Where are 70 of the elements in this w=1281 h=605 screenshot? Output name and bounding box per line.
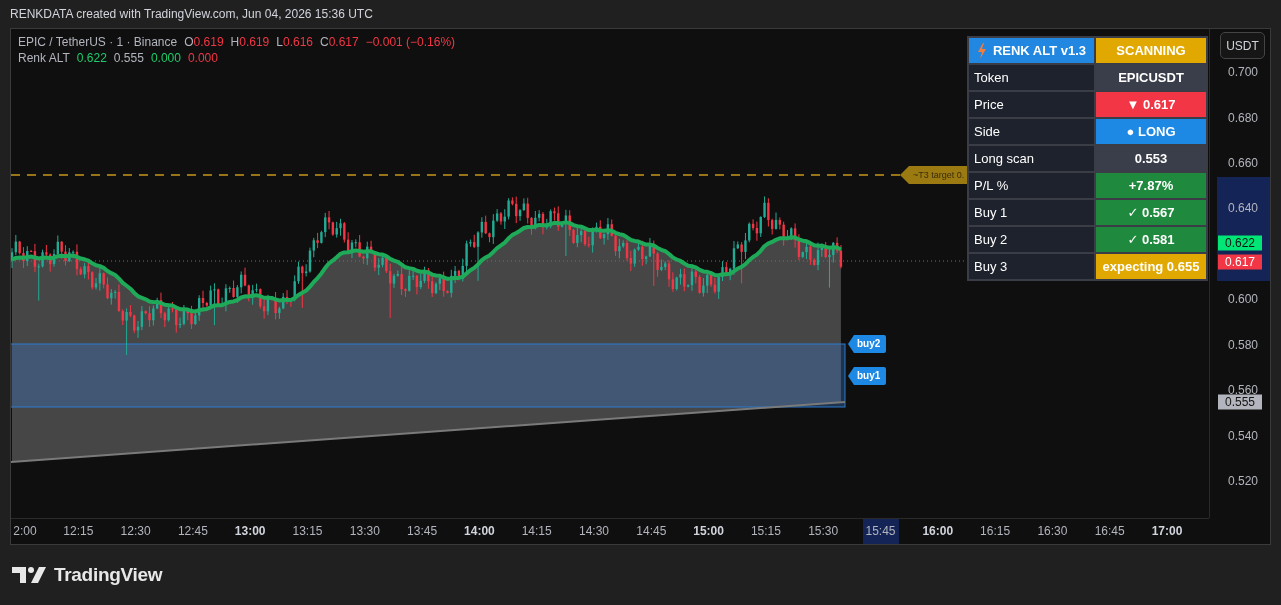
table-cell: ● LONG: [1096, 119, 1206, 144]
price-label: 0.660: [1228, 156, 1259, 170]
chart-caption: RENKDATA created with TradingView.com, Jun 04, 2026 15:36 UTC: [9, 6, 374, 23]
panel-title-text: RENK ALT v1.3: [992, 43, 1087, 58]
time-label: 16:15: [979, 523, 1012, 540]
indicator-value: 0.000: [150, 51, 181, 65]
ohlc-value: C0.617: [320, 35, 359, 49]
table-cell: ✓ 0.581: [1096, 227, 1206, 252]
price-label: 0.560: [1228, 383, 1259, 397]
time-label: 2:00: [12, 523, 38, 540]
price-tag: 0.622: [1218, 235, 1262, 251]
price-label: 0.600: [1228, 292, 1259, 306]
time-label: 13:00: [233, 523, 267, 540]
price-label: 0.540: [1228, 428, 1259, 443]
price-label: 0.520: [1228, 474, 1259, 488]
indicator-value: 0.622: [76, 51, 107, 65]
time-label: 15:30: [807, 523, 840, 540]
table-cell: Buy 2: [969, 227, 1094, 252]
indicator-name: Renk ALT: [18, 51, 70, 65]
table-cell: Buy 3: [969, 254, 1094, 279]
ohlc-value: L0.616: [276, 35, 313, 49]
time-label: 13:45: [406, 523, 439, 540]
time-label: 13:30: [348, 523, 381, 540]
time-label: 16:30: [1036, 523, 1069, 540]
logo-icon: [12, 567, 48, 583]
ohlc-value: O0.619: [184, 35, 224, 49]
time-label: 14:30: [578, 523, 610, 540]
price-tag: 0.617: [1218, 254, 1262, 270]
time-label: 14:00: [463, 523, 496, 540]
table-cell: Buy 1: [969, 200, 1094, 225]
table-cell: ▼ 0.617: [1096, 92, 1206, 117]
symbol-title: EPIC / TetherUS · 1 · Binance: [18, 35, 178, 49]
price-label: 0.700: [1228, 65, 1259, 79]
time-label: 12:30: [119, 523, 152, 540]
currency-button[interactable]: USDT: [1220, 32, 1265, 59]
indicator-value: 0.555: [113, 51, 144, 65]
time-label: 14:15: [520, 523, 553, 540]
time-label: 16:45: [1093, 523, 1126, 540]
time-label: 14:45: [635, 523, 668, 540]
indicator-value: 0.000: [187, 51, 218, 65]
table-cell: Price: [969, 92, 1094, 117]
time-label: 13:15: [291, 523, 324, 540]
price-label: 0.640: [1228, 201, 1259, 215]
table-cell: +7.87%: [1096, 173, 1206, 198]
time-label: 15:45: [862, 519, 899, 544]
table-cell: EPICUSDT: [1096, 65, 1206, 90]
time-label: 16:00: [921, 523, 955, 540]
status-cell: SCANNING: [1096, 38, 1206, 63]
price-label: 0.680: [1228, 110, 1259, 125]
table-cell: Side: [969, 119, 1094, 144]
table-cell: Token: [969, 65, 1094, 90]
table-cell: ✓ 0.567: [1096, 200, 1206, 225]
time-label: 12:45: [176, 523, 209, 540]
buy-label: buy1: [848, 367, 886, 385]
time-label: 15:00: [692, 523, 725, 540]
ohlc-value: H0.619: [230, 35, 270, 49]
lightning-icon: [976, 42, 987, 59]
time-label: 17:00: [1150, 523, 1184, 540]
price-label: 0.580: [1228, 338, 1259, 352]
price-change: −0.001 (−0.16%): [365, 35, 456, 49]
time-label: 12:15: [62, 523, 95, 540]
table-cell: Long scan: [969, 146, 1094, 171]
brand-name: TradingView: [54, 564, 163, 586]
price-tag: 0.555: [1218, 394, 1262, 410]
table-cell: P/L %: [969, 173, 1094, 198]
table-cell: expecting 0.655: [1096, 254, 1206, 279]
buy-label: buy2: [848, 335, 886, 353]
target-label: ~T3 target 0.: [900, 166, 967, 184]
table-cell: 0.553: [1096, 146, 1206, 171]
time-label: 15:15: [749, 523, 782, 540]
